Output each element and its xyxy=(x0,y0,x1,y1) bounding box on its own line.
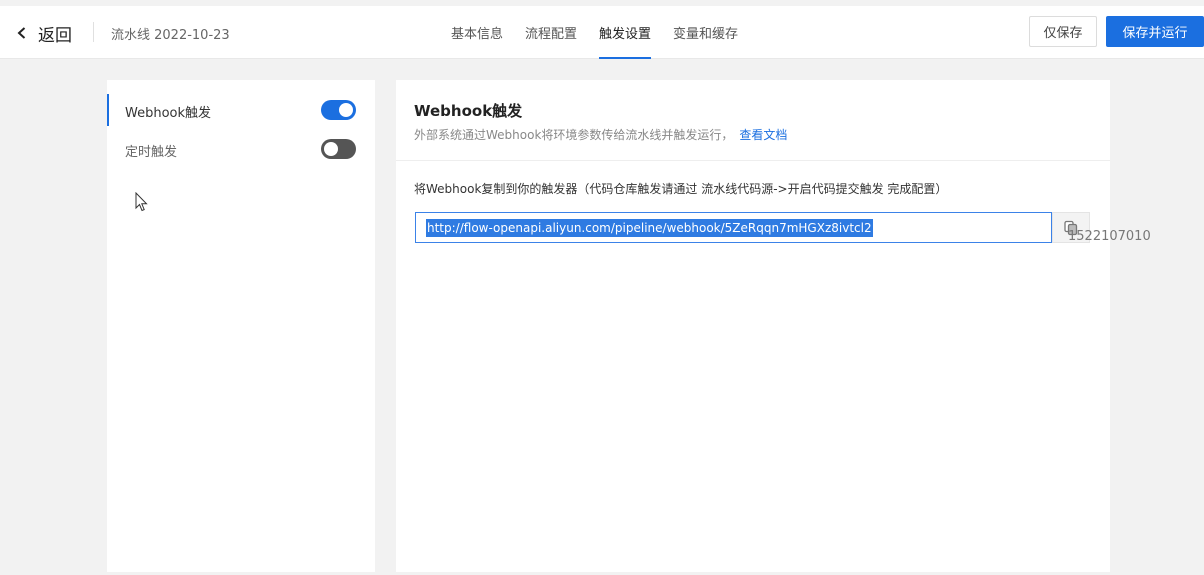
back-label: 返回 xyxy=(38,25,72,46)
chevron-left-icon xyxy=(17,27,26,39)
tab-flow-config[interactable]: 流程配置 xyxy=(514,6,588,59)
scheduled-trigger-toggle[interactable] xyxy=(321,139,356,159)
mouse-cursor-icon xyxy=(135,192,148,212)
toggle-knob xyxy=(339,103,353,117)
tab-bar: 基本信息 流程配置 触发设置 变量和缓存 xyxy=(440,6,749,59)
header-divider xyxy=(93,22,94,42)
view-docs-link[interactable]: 查看文档 xyxy=(739,128,787,142)
save-and-run-button[interactable]: 保存并运行 xyxy=(1106,16,1204,47)
panel-divider xyxy=(396,160,1110,161)
top-bar: 返回 流水线 2022-10-23 基本信息 流程配置 触发设置 变量和缓存 仅… xyxy=(0,6,1204,59)
trigger-item-webhook[interactable]: Webhook触发 xyxy=(107,94,375,126)
webhook-url-field[interactable]: http://flow-openapi.aliyun.com/pipeline/… xyxy=(415,212,1052,243)
webhook-config-panel: Webhook触发 外部系统通过Webhook将环境参数传给流水线并触发运行， 查… xyxy=(396,80,1110,572)
panel-description: 外部系统通过Webhook将环境参数传给流水线并触发运行， 查看文档 xyxy=(414,126,787,143)
tab-variables-cache[interactable]: 变量和缓存 xyxy=(662,6,749,59)
save-button[interactable]: 仅保存 xyxy=(1029,16,1097,47)
tab-basic-info[interactable]: 基本信息 xyxy=(440,6,514,59)
webhook-url-text: http://flow-openapi.aliyun.com/pipeline/… xyxy=(426,218,873,237)
trigger-item-label: 定时触发 xyxy=(125,145,178,160)
trigger-list-panel: Webhook触发 定时触发 xyxy=(107,80,375,572)
back-button[interactable]: 返回 xyxy=(14,20,72,46)
trigger-item-scheduled[interactable]: 定时触发 xyxy=(107,133,375,165)
watermark-text: 1522107010 xyxy=(1068,229,1151,244)
tab-trigger-settings[interactable]: 触发设置 xyxy=(588,6,662,59)
pipeline-name: 流水线 2022-10-23 xyxy=(111,28,230,43)
trigger-item-label: Webhook触发 xyxy=(125,106,212,121)
panel-title: Webhook触发 xyxy=(414,102,523,120)
toggle-knob xyxy=(324,142,338,156)
description-text: 外部系统通过Webhook将环境参数传给流水线并触发运行， xyxy=(414,128,734,142)
webhook-trigger-toggle[interactable] xyxy=(321,100,356,120)
webhook-instruction: 将Webhook复制到你的触发器（代码仓库触发请通过 流水线代码源->开启代码提… xyxy=(414,182,948,196)
